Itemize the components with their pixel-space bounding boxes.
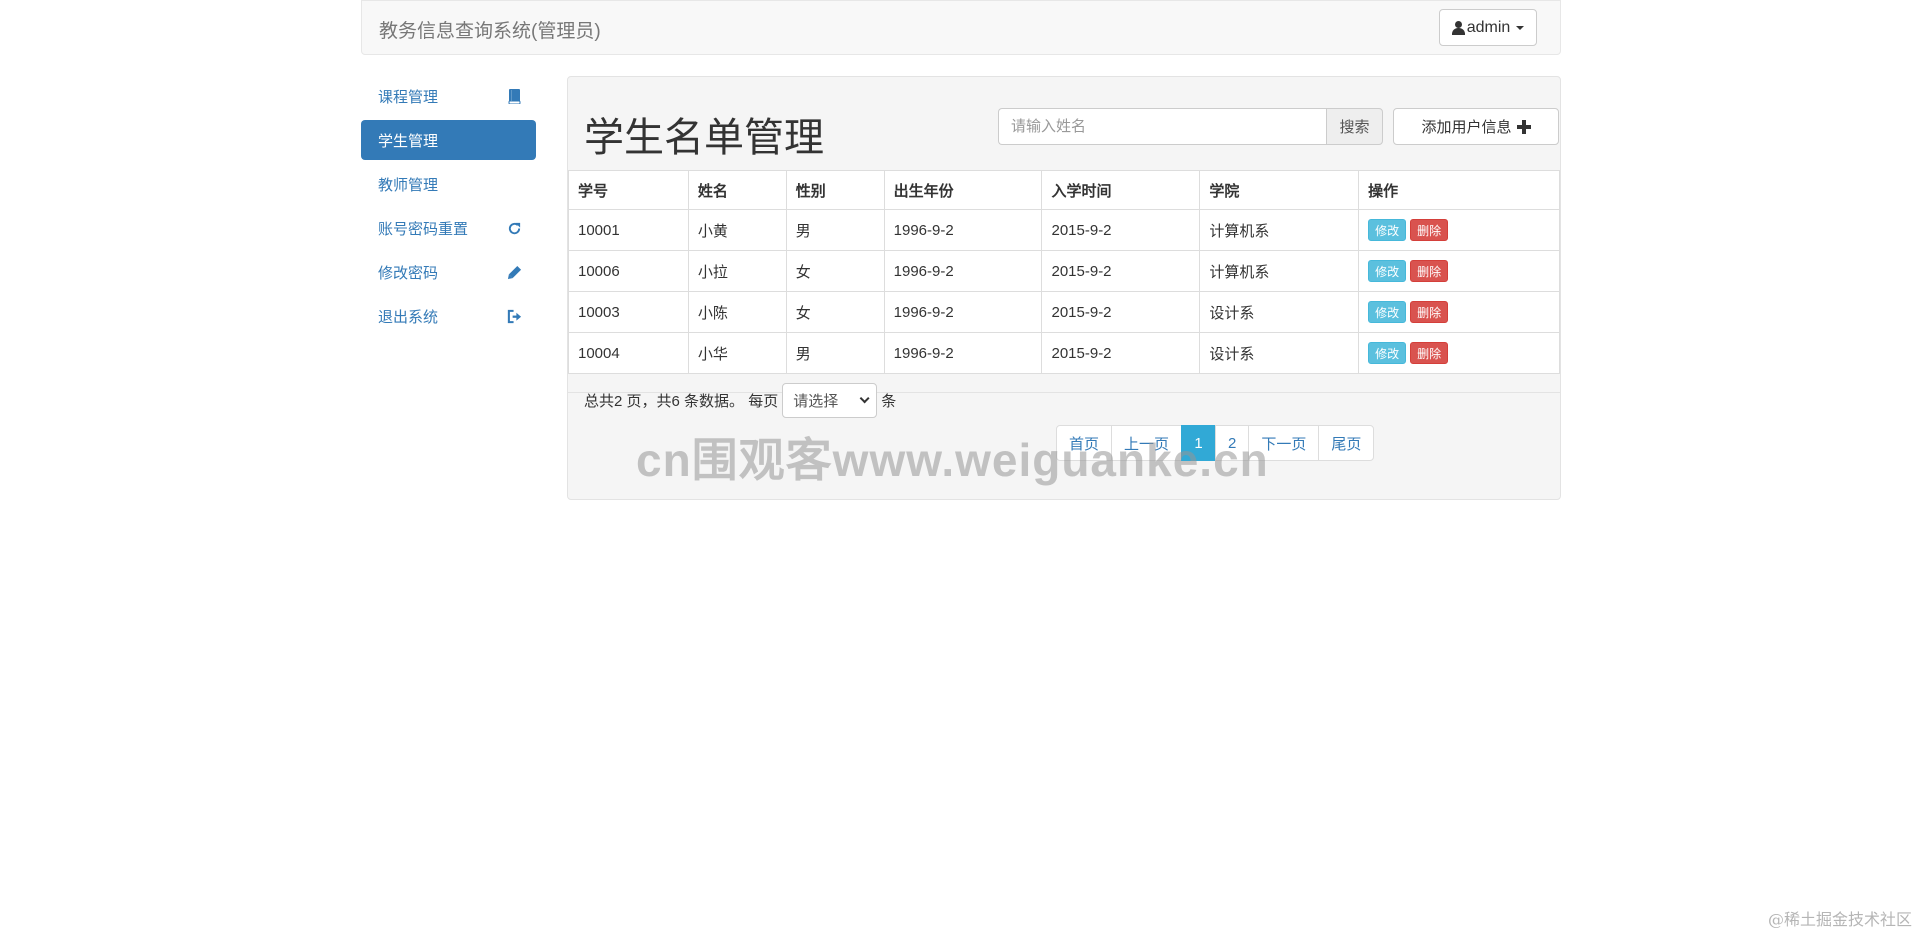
cell-enroll: 2015-9-2 — [1041, 209, 1201, 251]
student-table: 学号 姓名 性别 出生年份 入学时间 学院 操作 10001 小黄 男 1996… — [568, 170, 1560, 374]
plus-icon — [1516, 119, 1531, 134]
page-info: 总共2 页，共6 条数据。 每页 请选择 条 — [584, 383, 896, 418]
header-enroll-date: 入学时间 — [1041, 170, 1201, 210]
cell-gender: 女 — [785, 250, 885, 292]
user-name: admin — [1466, 18, 1511, 36]
sidebar-item-change-password[interactable]: 修改密码 — [361, 252, 536, 292]
cell-gender: 男 — [785, 209, 885, 251]
corner-watermark: @稀土掘金技术社区 — [1767, 910, 1912, 929]
cell-enroll: 2015-9-2 — [1041, 291, 1201, 333]
cell-college: 设计系 — [1199, 291, 1360, 333]
header-name: 姓名 — [687, 170, 787, 210]
cell-gender: 男 — [785, 332, 885, 374]
sidebar: 课程管理 学生管理 教师管理 账号密码重置 修改密码 退出系统 — [361, 76, 536, 340]
cell-name: 小华 — [687, 332, 787, 374]
app-brand[interactable]: 教务信息查询系统(管理员) — [379, 16, 601, 43]
cell-name: 小拉 — [687, 250, 787, 292]
edit-button[interactable]: 修改 — [1368, 301, 1407, 323]
add-user-label: 添加用户信息 — [1421, 119, 1512, 136]
page-next[interactable]: 下一页 — [1248, 425, 1320, 461]
sidebar-item-label: 退出系统 — [378, 308, 439, 326]
header-gender: 性别 — [785, 170, 885, 210]
page-size-select[interactable]: 请选择 — [782, 383, 878, 418]
cell-college: 计算机系 — [1199, 250, 1360, 292]
table-header-row: 学号 姓名 性别 出生年份 入学时间 学院 操作 — [568, 170, 1560, 210]
sidebar-item-logout[interactable]: 退出系统 — [361, 296, 536, 336]
cell-enroll: 2015-9-2 — [1041, 250, 1201, 292]
sidebar-item-students[interactable]: 学生管理 — [361, 120, 536, 160]
sidebar-item-label: 修改密码 — [378, 264, 439, 282]
cell-gender: 女 — [785, 291, 885, 333]
sidebar-item-label: 课程管理 — [378, 88, 439, 106]
page-2[interactable]: 2 — [1215, 425, 1250, 461]
page-size-unit: 条 — [881, 393, 897, 410]
table-row: 10001 小黄 男 1996-9-2 2015-9-2 计算机系 修改 删除 — [568, 209, 1560, 251]
cell-student-id: 10006 — [568, 250, 689, 292]
page-title: 学生名单管理 — [584, 116, 824, 160]
cell-actions: 修改 删除 — [1358, 209, 1560, 251]
cell-student-id: 10003 — [568, 291, 689, 333]
header-birth-year: 出生年份 — [883, 170, 1043, 210]
delete-button[interactable]: 删除 — [1410, 301, 1449, 323]
page-summary: 总共2 页，共6 条数据。 每页 — [584, 393, 779, 410]
cell-college: 设计系 — [1199, 332, 1360, 374]
sidebar-item-label: 账号密码重置 — [378, 220, 469, 238]
cell-college: 计算机系 — [1199, 209, 1360, 251]
table-row: 10004 小华 男 1996-9-2 2015-9-2 设计系 修改 删除 — [568, 332, 1560, 374]
pagination: 首页 上一页 1 2 下一页 尾页 — [1056, 425, 1375, 461]
cell-enroll: 2015-9-2 — [1041, 332, 1201, 374]
book-icon — [506, 88, 522, 104]
edit-button[interactable]: 修改 — [1368, 219, 1407, 241]
page-1[interactable]: 1 — [1181, 425, 1217, 461]
sidebar-item-reset-password[interactable]: 账号密码重置 — [361, 208, 536, 248]
cell-actions: 修改 删除 — [1358, 250, 1560, 292]
header-student-id: 学号 — [568, 170, 689, 210]
caret-down-icon — [1516, 25, 1525, 30]
table-row: 10006 小拉 女 1996-9-2 2015-9-2 计算机系 修改 删除 — [568, 250, 1560, 292]
sidebar-item-courses[interactable]: 课程管理 — [361, 76, 536, 116]
cell-student-id: 10001 — [568, 209, 689, 251]
page-prev[interactable]: 上一页 — [1111, 425, 1183, 461]
cell-actions: 修改 删除 — [1358, 332, 1560, 374]
sidebar-item-teachers[interactable]: 教师管理 — [361, 164, 536, 204]
table-row: 10003 小陈 女 1996-9-2 2015-9-2 设计系 修改 删除 — [568, 291, 1560, 333]
sidebar-item-label: 学生管理 — [378, 132, 439, 150]
cell-birth: 1996-9-2 — [883, 209, 1043, 251]
student-panel: 学生名单管理 搜索 添加用户信息 学号 姓名 性别 出生年份 入学时间 学院 操… — [567, 76, 1561, 500]
refresh-icon — [506, 220, 522, 236]
cell-name: 小黄 — [687, 209, 787, 251]
cell-birth: 1996-9-2 — [883, 332, 1043, 374]
edit-button[interactable]: 修改 — [1368, 260, 1407, 282]
add-user-button[interactable]: 添加用户信息 — [1393, 108, 1559, 145]
cell-birth: 1996-9-2 — [883, 250, 1043, 292]
cell-student-id: 10004 — [568, 332, 689, 374]
edit-button[interactable]: 修改 — [1368, 342, 1407, 364]
search-button[interactable]: 搜索 — [1326, 108, 1383, 145]
cell-name: 小陈 — [687, 291, 787, 333]
delete-button[interactable]: 删除 — [1410, 219, 1449, 241]
logout-icon — [506, 308, 522, 324]
header-college: 学院 — [1199, 170, 1360, 210]
search-input[interactable] — [998, 108, 1326, 145]
pencil-icon — [506, 264, 522, 280]
user-icon — [1451, 20, 1465, 35]
page-first[interactable]: 首页 — [1056, 425, 1113, 461]
cell-birth: 1996-9-2 — [883, 291, 1043, 333]
delete-button[interactable]: 删除 — [1410, 342, 1449, 364]
chevron-down-icon — [859, 393, 870, 404]
delete-button[interactable]: 删除 — [1410, 260, 1449, 282]
cell-actions: 修改 删除 — [1358, 291, 1560, 333]
top-navbar: 教务信息查询系统(管理员) admin — [361, 0, 1561, 55]
header-actions: 操作 — [1358, 170, 1560, 210]
page-last[interactable]: 尾页 — [1318, 425, 1375, 461]
sidebar-item-label: 教师管理 — [378, 176, 439, 194]
user-menu-button[interactable]: admin — [1439, 9, 1537, 46]
page-size-value: 请选择 — [793, 393, 839, 410]
